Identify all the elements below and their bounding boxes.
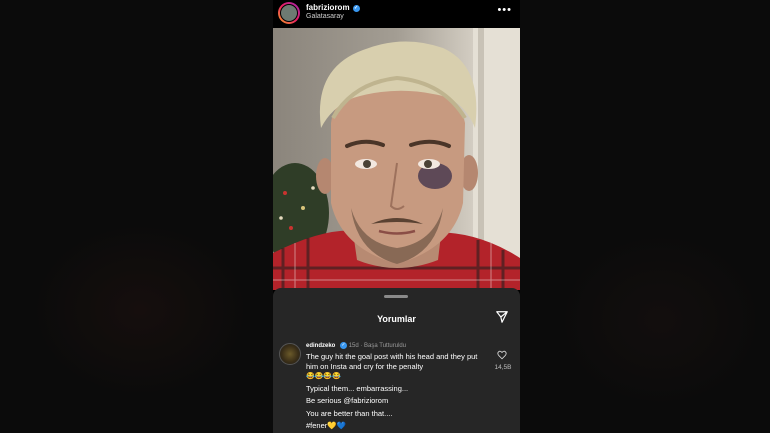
comments-sheet: Yorumlar edindzeko ✓ 15d · Başa Tutturul…: [273, 288, 520, 433]
send-icon[interactable]: [495, 310, 509, 324]
post-photo[interactable]: [273, 28, 520, 290]
comment-time: 15d: [348, 343, 359, 349]
more-icon[interactable]: •••: [497, 4, 512, 16]
portrait-illustration: [273, 28, 520, 290]
comment-line: Typical them... embarrassing...: [306, 383, 409, 393]
comment-pinned-label: Başa Tutturuldu: [364, 343, 407, 349]
sheet-title: Yorumlar: [377, 314, 416, 324]
comment-header: edindzeko ✓ 15d · Başa Tutturuldu: [306, 342, 407, 349]
comment-username[interactable]: edindzeko: [306, 343, 335, 349]
comment-line: 😂😂😂😂: [306, 373, 341, 380]
instagram-post-frame: fabriziorom ✓ Galatasaray ••• Yorumlar e…: [273, 0, 520, 433]
post-username[interactable]: fabriziorom ✓: [306, 3, 360, 12]
post-header: fabriziorom ✓ Galatasaray •••: [273, 0, 520, 28]
comment-line: The guy hit the goal post with his head …: [306, 352, 478, 371]
comment-line[interactable]: #fener💛💙: [306, 421, 478, 431]
verified-icon: ✓: [340, 342, 348, 349]
heart-icon[interactable]: [497, 350, 507, 360]
post-location[interactable]: Galatasaray: [306, 13, 344, 20]
comment-line: You are better than that....: [306, 408, 393, 418]
comment-line: Be serious @fabriziorom: [306, 396, 389, 405]
comment-body: The guy hit the goal post with his head …: [306, 352, 478, 431]
sheet-grabber[interactable]: [384, 295, 408, 298]
like-count: 14,5B: [494, 364, 512, 371]
comment-avatar[interactable]: [279, 343, 301, 365]
verified-icon: ✓: [352, 5, 360, 12]
post-avatar[interactable]: [278, 2, 300, 24]
